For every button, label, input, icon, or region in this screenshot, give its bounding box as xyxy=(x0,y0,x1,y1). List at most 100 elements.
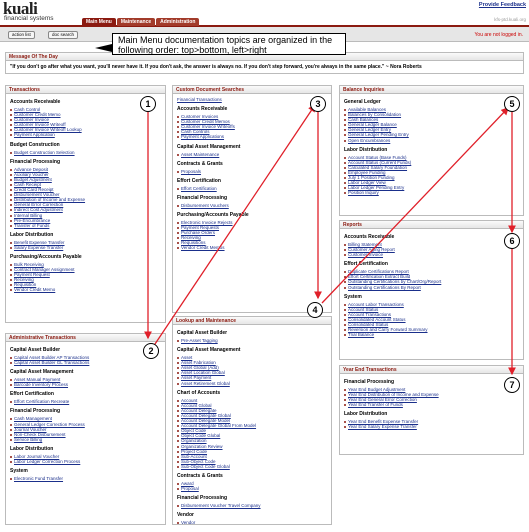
link-payment-application[interactable]: Payment Application xyxy=(10,132,161,137)
server-name: kfs-ptd.kuali.org xyxy=(494,17,526,22)
link-proposals[interactable]: Proposals xyxy=(177,169,327,174)
link-vendor-credit-memo[interactable]: Vendor Credit Memo xyxy=(10,287,161,292)
link-asset-retirement-global[interactable]: Asset Retirement Global xyxy=(177,381,327,386)
balance-title: Balance Inquiries xyxy=(340,86,523,94)
marker-6: 6 xyxy=(504,233,520,249)
header: kuali financial systems Main Menu Mainte… xyxy=(0,0,529,27)
section-purchasing-accounts-payable: Purchasing/Accounts Payable xyxy=(10,253,82,260)
section-purchasing-accounts-payable: Purchasing/Accounts Payable xyxy=(177,211,249,218)
section-capital-asset-management: Capital Asset Management xyxy=(177,347,241,354)
marker-3: 3 xyxy=(310,96,326,112)
marker-1: 1 xyxy=(140,96,156,112)
link-payment-applications[interactable]: Payment Applications xyxy=(177,134,327,139)
login-status: You are not logged in. xyxy=(474,32,523,38)
tab-main-menu[interactable]: Main Menu xyxy=(82,18,116,26)
custom-document-searches-panel: Custom Document Searches Financial Transa… xyxy=(172,85,332,313)
link-vendor[interactable]: Vendor xyxy=(177,520,327,524)
link-effort-certification-recreate[interactable]: Effort Certification Recreate xyxy=(10,399,161,404)
section-capital-asset-management: Capital Asset Management xyxy=(177,143,241,150)
yearend-body: Financial Processing Year End Budget Adju… xyxy=(340,374,523,432)
marker-7: 7 xyxy=(504,377,520,393)
balance-body: General Ledger Available Balances Balances… xyxy=(340,94,523,197)
message-of-the-day: Message Of The Day "If you don't go afte… xyxy=(5,52,524,74)
section-financial-processing: Financial Processing xyxy=(177,495,228,502)
section-financial-processing: Financial Processing xyxy=(344,379,395,385)
transactions-body: Accounts Receivable Cash Control Customer … xyxy=(6,94,165,295)
marker-2: 2 xyxy=(143,343,159,359)
link-sub-object-code-global[interactable]: Sub-Object Code Global xyxy=(177,464,327,469)
section-labor-distribution: Labor Distribution xyxy=(344,146,388,153)
provide-feedback-link[interactable]: Provide Feedback xyxy=(479,2,526,8)
section-financial-processing: Financial Processing xyxy=(10,408,61,415)
balance-inquiries-panel: Balance Inquiries General Ledger Available… xyxy=(339,85,524,216)
tab-administration[interactable]: Administration xyxy=(156,18,200,26)
link-transfer-of-funds[interactable]: Transfer of Funds xyxy=(10,223,161,228)
section-capital-asset-builder: Capital Asset Builder xyxy=(177,330,228,336)
reports-title: Reports xyxy=(340,221,523,229)
link-proposal[interactable]: Proposal xyxy=(177,486,327,491)
main-tabs: Main Menu Maintenance Administration xyxy=(82,18,200,26)
link-labor-ledger-correction-process[interactable]: Labor Ledger Correction Process xyxy=(10,459,161,464)
tab-maintenance[interactable]: Maintenance xyxy=(116,18,156,26)
section-contracts-grants: Contracts & Grants xyxy=(177,160,223,167)
administrative-transactions-panel: Administrative Transactions Capital Asset… xyxy=(5,333,166,525)
link-capital-asset-builder-gl-transactions[interactable]: Capital Asset Builder GL Transactions xyxy=(10,360,161,365)
doc-search-button[interactable]: doc search xyxy=(48,31,79,39)
link-effort-certification[interactable]: Effort Certification xyxy=(177,186,327,191)
link-year-end-salary-expense-transfer[interactable]: Year End Salary Expense Transfer xyxy=(344,424,519,429)
link-pre-asset-tagging[interactable]: Pre-Asset Tagging xyxy=(177,338,327,343)
lookup-body: Capital Asset Builder Pre-Asset Tagging Ca… xyxy=(173,325,331,524)
link-position-inquiry[interactable]: Position Inquiry xyxy=(344,190,519,195)
link-customer-invoice[interactable]: Customer Invoice xyxy=(344,252,519,257)
link-salary-expense-transfer[interactable]: Salary Expense Transfer xyxy=(10,245,161,250)
section-effort-certification: Effort Certification xyxy=(177,177,221,184)
section-financial-processing: Financial Processing xyxy=(10,158,61,165)
reports-body: Accounts Receivable Billing Statement Cust… xyxy=(340,229,523,339)
motd-text: "If you don't go after what you want, yo… xyxy=(10,64,422,70)
link-outstanding-certifications-by-report[interactable]: Outstanding Certifications By Report xyxy=(344,285,519,290)
link-financial-transactions[interactable]: Financial Transactions xyxy=(177,97,327,102)
searches-body: Financial Transactions Accounts Receivabl… xyxy=(173,94,331,253)
transactions-title: Transactions xyxy=(6,86,165,94)
link-year-end-transfer-of-funds[interactable]: Year End Transfer of Funds xyxy=(344,402,519,407)
section-system: System xyxy=(10,468,28,475)
section-accounts-receivable: Accounts Receivable xyxy=(177,106,228,113)
link-disbursement-vouchers[interactable]: Disbursement Vouchers xyxy=(177,203,327,208)
documentation-callout: Main Menu documentation topics are organ… xyxy=(112,33,346,55)
link-asset-maintenance[interactable]: Asset Maintenance xyxy=(177,152,327,157)
section-capital-asset-builder: Capital Asset Builder xyxy=(10,347,61,353)
admin-title: Administrative Transactions xyxy=(6,334,165,342)
section-financial-processing: Financial Processing xyxy=(177,194,228,201)
admin-body: Capital Asset Builder Capital Asset Build… xyxy=(6,342,165,483)
section-contracts-grants: Contracts & Grants xyxy=(177,472,223,479)
action-list-button[interactable]: action list xyxy=(8,31,35,39)
year-end-transactions-panel: Year End Transactions Financial Processin… xyxy=(339,365,524,455)
section-labor-distribution: Labor Distribution xyxy=(344,411,388,418)
callout-pointer xyxy=(95,44,112,52)
link-disbursement-voucher-travel-company[interactable]: Disbursement Voucher Travel Company xyxy=(177,503,327,508)
lookup-title: Lookup and Maintenance xyxy=(173,317,331,325)
link-open-encumbrances[interactable]: Open Encumbrances xyxy=(344,138,519,143)
link-budget-construction-selection[interactable]: Budget Construction Selection xyxy=(10,150,161,155)
section-effort-certification: Effort Certification xyxy=(344,261,388,268)
link-vendor-credit-memos[interactable]: Vendor Credit Memos xyxy=(177,245,327,250)
marker-4: 4 xyxy=(307,302,323,318)
marker-5: 5 xyxy=(504,96,520,112)
link-electronic-fund-transfer[interactable]: Electronic Fund Transfer xyxy=(10,476,161,481)
link-barcode-inventory-process[interactable]: Barcode Inventory Process xyxy=(10,382,161,387)
section-general-ledger: General Ledger xyxy=(344,99,381,105)
link-service-billing[interactable]: Service Billing xyxy=(10,437,161,442)
section-system: System xyxy=(344,293,362,300)
link-trial-balance[interactable]: Trial Balance xyxy=(344,332,519,337)
section-vendor: Vendor xyxy=(177,512,194,519)
reports-panel: Reports Accounts Receivable Billing Statem… xyxy=(339,220,524,360)
section-chart-of-accounts: Chart of Accounts xyxy=(177,389,221,396)
section-effort-certification: Effort Certification xyxy=(10,391,54,398)
section-accounts-receivable: Accounts Receivable xyxy=(344,234,395,240)
section-accounts-receivable: Accounts Receivable xyxy=(10,99,61,105)
section-capital-asset-management: Capital Asset Management xyxy=(10,369,74,376)
lookup-and-maintenance-panel: Lookup and Maintenance Capital Asset Buil… xyxy=(172,316,332,525)
section-budget-construction: Budget Construction xyxy=(10,141,60,148)
section-labor-distribution: Labor Distribution xyxy=(10,445,54,452)
logo-subtitle: financial systems xyxy=(4,15,54,22)
